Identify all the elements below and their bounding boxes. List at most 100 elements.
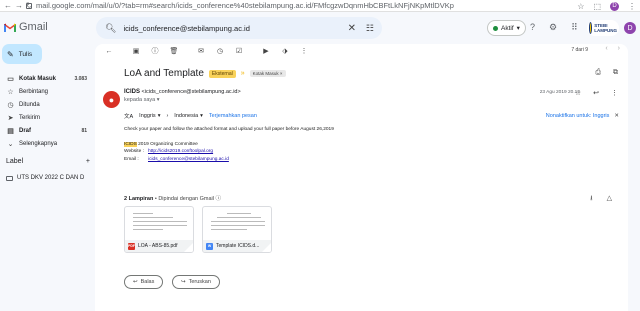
bookmark-star-icon[interactable]: ☆ <box>577 2 584 11</box>
sidebar-item-starred[interactable]: ☆ Berbintang <box>0 85 95 98</box>
reply-icon: ↩ <box>133 279 138 285</box>
clear-search-icon[interactable]: ✕ <box>348 23 356 34</box>
sidebar-label-item[interactable]: UTS DKV 2022 C DAN D <box>6 175 84 181</box>
info-icon[interactable]: ⓘ <box>216 196 222 202</box>
sidebar-item-count: 81 <box>81 127 87 134</box>
chevron-down-icon: ▾ <box>516 25 520 32</box>
forward-button[interactable]: ↪ Teruskan <box>172 275 220 289</box>
send-icon: ➤ <box>7 114 14 122</box>
add-label-icon[interactable]: + <box>86 158 90 165</box>
add-task-icon[interactable]: ☑ <box>232 47 246 55</box>
archive-icon[interactable]: ▣ <box>129 47 143 55</box>
search-input[interactable]: icids_conference@stebilampung.ac.id <box>123 24 249 33</box>
clock-icon: ◷ <box>7 101 14 109</box>
website-link[interactable]: http://icids2019.conftoolpal.org <box>148 148 213 156</box>
gmail-header: Gmail 🔍︎ icids_conference@stebilampung.a… <box>0 12 640 44</box>
close-icon[interactable]: ✕ <box>614 113 619 119</box>
organization-seal-icon <box>589 22 593 34</box>
older-chevron-icon[interactable]: › <box>618 45 620 52</box>
sidebar-item-label: Berbintang <box>19 88 49 95</box>
mark-unread-icon[interactable]: ✉ <box>194 47 208 55</box>
organization-logo-text: STEBI LAMPUNG <box>594 23 617 33</box>
browser-profile-avatar[interactable]: D <box>610 1 619 11</box>
signature-website: Website : http://icids2019.conftoolpal.o… <box>124 148 334 156</box>
sidebar-item-more[interactable]: ⌄ Selengkapnya <box>0 137 95 150</box>
label-icon[interactable]: ⬗ <box>278 47 292 55</box>
search-icon[interactable]: 🔍︎ <box>105 23 116 34</box>
sidebar-item-label: Selengkapnya <box>19 140 58 147</box>
sender-block: ICIDS <icids_conference@stebilampung.ac.… <box>124 89 241 103</box>
sidebar: ✎ Tulis ▭ Kotak Masuk 3.083 ☆ Berbintang… <box>0 44 95 311</box>
signature-email: Email : icids_conference@stebilampung.ac… <box>124 156 334 164</box>
app-name: Gmail <box>19 21 48 33</box>
reply-icon[interactable]: ↩ <box>593 89 599 97</box>
side-panel-strip <box>629 44 640 311</box>
snooze-icon[interactable]: ◷ <box>213 47 227 55</box>
target-language-select[interactable]: Indonesia ▾ <box>174 113 203 119</box>
compose-button[interactable]: ✎ Tulis <box>2 44 42 64</box>
sidebar-item-drafts[interactable]: ▤ Draf 81 <box>0 124 95 137</box>
sidebar-item-inbox[interactable]: ▭ Kotak Masuk 3.083 <box>0 72 95 85</box>
sidebar-item-label: Ditunda <box>19 101 40 108</box>
add-to-drive-icon[interactable]: △ <box>607 194 612 205</box>
compose-label: Tulis <box>18 50 33 58</box>
status-dropdown[interactable]: Aktif ▾ <box>487 20 526 36</box>
account-avatar[interactable]: D <box>624 22 636 34</box>
attachment-name: Template ICIDS.d... <box>216 243 260 249</box>
browser-nav-icons[interactable]: ←→↻ <box>4 1 36 10</box>
print-icon[interactable]: ⎙ <box>595 69 601 77</box>
draft-icon: ▤ <box>7 127 14 135</box>
apps-grid-icon[interactable]: ⠿ <box>571 22 578 33</box>
disable-translate-link[interactable]: Nonaktifkan untuk: Inggris <box>546 113 610 119</box>
back-arrow-icon[interactable]: ← <box>102 48 116 55</box>
gmail-logo[interactable]: Gmail <box>4 21 48 33</box>
attachment-name: LOA - ABS-85.pdf <box>138 243 178 249</box>
body-paragraph: Check your paper and follow the attached… <box>124 127 334 132</box>
reply-button[interactable]: ↩ Balas <box>124 275 164 289</box>
subject-line: LoA and Template Eksternal » Kotak Masuk… <box>124 68 286 79</box>
help-icon[interactable]: ? <box>530 22 535 33</box>
organization-logo[interactable]: STEBI LAMPUNG <box>587 20 619 36</box>
sidebar-item-sent[interactable]: ➤ Terkirim <box>0 111 95 124</box>
inbox-label-chip[interactable]: Kotak Masuk × <box>249 70 286 77</box>
settings-gear-icon[interactable]: ⚙ <box>549 22 557 33</box>
sidebar-item-snoozed[interactable]: ◷ Ditunda <box>0 98 95 111</box>
reply-label: Balas <box>140 279 155 285</box>
star-icon[interactable]: ☆ <box>575 89 581 97</box>
open-new-window-icon[interactable]: ⧉ <box>613 69 618 77</box>
attachment-card[interactable]: W Template ICIDS.d... <box>202 206 272 253</box>
search-options-icon[interactable]: ☷ <box>366 23 374 34</box>
translate-icon: 文A <box>124 114 134 120</box>
inbox-chip-text: Kotak Masuk <box>252 71 279 76</box>
website-label: Website : <box>124 149 144 154</box>
report-spam-icon[interactable]: ⓘ <box>148 46 162 56</box>
search-bar[interactable]: 🔍︎ icids_conference@stebilampung.ac.id ✕… <box>96 17 382 39</box>
translate-message-link[interactable]: Terjemahkan pesan <box>209 113 257 119</box>
browser-menu-icon[interactable]: ⋮ <box>628 2 636 11</box>
download-all-icon[interactable]: ⭳ <box>590 194 592 205</box>
move-to-icon[interactable]: ▶ <box>259 47 273 55</box>
sender-name[interactable]: ICIDS <box>124 89 140 95</box>
more-options-icon[interactable]: ⋮ <box>611 89 618 97</box>
chevron-down-icon: ⌄ <box>7 140 14 148</box>
delete-icon[interactable]: 🗑︎ <box>167 47 181 55</box>
newer-chevron-icon[interactable]: ‹ <box>605 45 607 52</box>
pdf-file-icon: PDF <box>128 242 135 250</box>
recipient-text: kepada saya <box>124 97 156 103</box>
recipient-line[interactable]: kepada saya ▾ <box>124 97 241 103</box>
star-icon: ☆ <box>7 88 14 96</box>
attachment-preview <box>129 210 191 238</box>
email-subject: LoA and Template <box>124 68 204 79</box>
sidebar-item-label: Draf <box>19 127 32 134</box>
source-language-select[interactable]: Inggris ▾ <box>139 113 160 119</box>
forward-icon: ↪ <box>181 279 186 285</box>
url-text[interactable]: mail.google.com/mail/u/0/?tab=rm#search/… <box>36 1 454 10</box>
attachment-card[interactable]: PDF LOA - ABS-85.pdf <box>124 206 194 253</box>
email-link[interactable]: icids_conference@stebilampung.ac.id <box>148 156 229 164</box>
more-options-icon[interactable]: ⋮ <box>297 47 311 55</box>
importance-marker-icon[interactable]: » <box>241 70 245 77</box>
highlighted-text: ICIDS <box>124 141 137 147</box>
active-status-dot <box>493 25 498 31</box>
sidebar-nav: ▭ Kotak Masuk 3.083 ☆ Berbintang ◷ Ditun… <box>0 72 95 150</box>
extensions-icon[interactable]: ⬚ <box>593 2 601 11</box>
